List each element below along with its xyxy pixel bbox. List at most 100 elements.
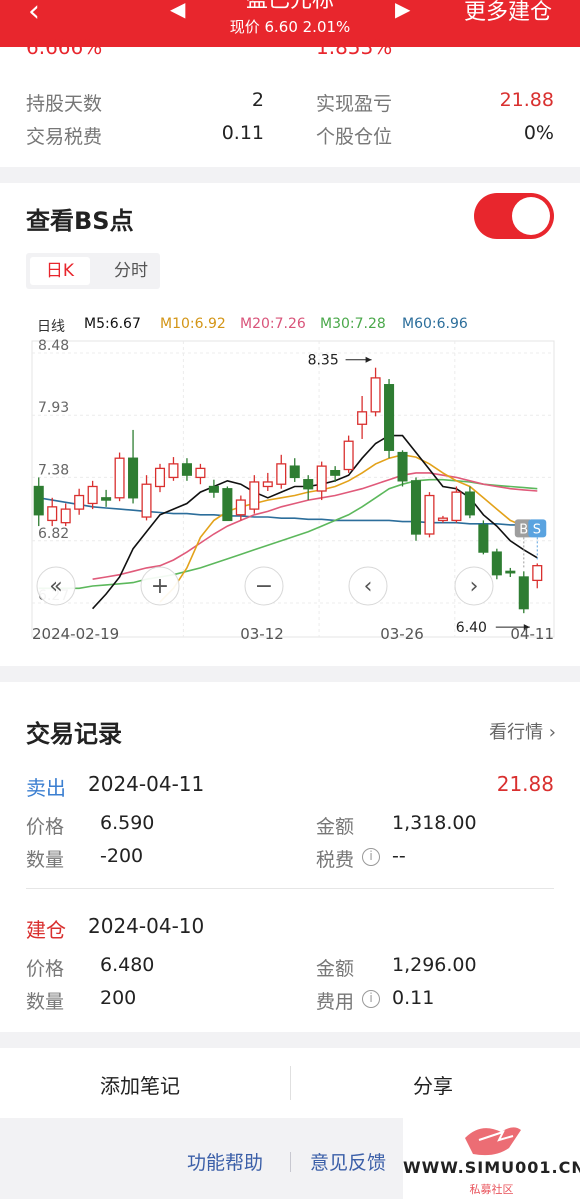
tax-label: 交易税费 [26, 126, 103, 148]
y-tick-label: 6.82 [38, 526, 69, 542]
candle-body [370, 377, 381, 413]
candle-body [60, 508, 71, 524]
candle-body [384, 384, 395, 451]
partial-percent-left: 6.666% [26, 35, 103, 59]
chart-annotations: 8.35 6.40 B S [308, 353, 547, 636]
y-tick-label: 8.48 [38, 338, 69, 354]
total-value: 1,318.00 [392, 812, 477, 834]
view-market-link[interactable]: 看行情 › [489, 718, 556, 744]
add-note-button[interactable]: 添加笔记 [100, 1070, 180, 1099]
candle [249, 475, 260, 514]
x-tick-label: 03-12 [240, 625, 284, 643]
zoom-out-button-icon: − [255, 574, 273, 599]
records-title: 交易记录 [26, 720, 122, 748]
stock-name: 盈已元标 [245, 0, 334, 13]
candle [141, 475, 152, 521]
candlestick-chart[interactable]: 8.487.937.386.826.27 8.35 6.40 BS 2024-02-… [0, 183, 580, 666]
zoom-in-button[interactable]: + [140, 566, 180, 606]
trade-records-card: 交易记录 看行情 › 卖出 2024-04-11 21.88 价格 6.590 … [0, 682, 580, 1032]
bs-points-card: 查看BS点 日K 分时 日线 M5:6.67 M10:6.92 M20:7.26… [0, 183, 580, 666]
candle-body [464, 491, 475, 516]
position-stats-card: 6.666% 1.853% 持股天数 2 实现盈亏 21.88 交易税费 0.1… [0, 35, 580, 167]
candle-body [330, 469, 341, 476]
candle-body [289, 465, 300, 479]
next-stock-icon[interactable]: ▶ [395, 0, 410, 19]
candle [451, 486, 462, 523]
action-divider [290, 1066, 291, 1100]
scroll-left-button-icon: ‹ [364, 574, 373, 599]
candle-body [208, 485, 219, 493]
candle [101, 489, 112, 507]
candle-body [128, 457, 139, 499]
candle-body [87, 485, 98, 505]
sell-marker-label: S [533, 522, 541, 537]
price-value: 6.480 [100, 954, 155, 976]
candle-body [235, 499, 246, 516]
candle [532, 563, 543, 589]
price-value: 6.590 [100, 812, 155, 834]
share-button[interactable]: 分享 [413, 1070, 453, 1099]
candle-body [114, 457, 125, 499]
realized-pnl-label: 实现盈亏 [316, 93, 393, 115]
price-label: 价格 [26, 816, 65, 838]
candle [370, 367, 381, 417]
low-price-label: 6.40 [456, 620, 487, 636]
candle-body [74, 494, 85, 510]
candle [384, 379, 395, 459]
current-price: 现价 6.60 2.01% [229, 18, 351, 36]
candle [518, 571, 529, 614]
candle-body [532, 565, 543, 582]
candle [289, 458, 300, 482]
candle [47, 497, 58, 527]
qty-label: 数量 [26, 991, 65, 1013]
ma20-line [92, 472, 538, 580]
qty-value: -200 [100, 845, 144, 867]
record-date: 2024-04-11 [88, 772, 205, 796]
x-tick-label: 2024-02-19 [32, 625, 119, 643]
candle [222, 486, 233, 522]
y-axis-labels: 8.487.937.386.826.27 [38, 338, 69, 604]
fee-value: -- [392, 845, 406, 867]
candle-body [262, 481, 273, 488]
info-icon[interactable]: i [362, 848, 380, 866]
candle-body [410, 480, 422, 535]
candle [410, 477, 422, 541]
high-arrow-head [365, 356, 372, 363]
candle [316, 461, 327, 501]
hold-days-label: 持股天数 [26, 93, 103, 115]
collapse-chart-button[interactable]: « [36, 566, 76, 606]
candle [437, 515, 448, 523]
candle-body [343, 440, 354, 471]
scroll-right-button[interactable]: › [454, 566, 494, 606]
watermark-logo: WWW.SIMU001.CN 私募社区 [403, 1118, 580, 1199]
info-icon[interactable]: i [362, 990, 380, 1008]
scroll-left-button[interactable]: ‹ [348, 566, 388, 606]
back-icon[interactable]: ‹ [28, 0, 40, 27]
total-label: 金额 [316, 958, 355, 980]
prev-stock-icon[interactable]: ◀ [170, 0, 185, 19]
candle [208, 479, 219, 498]
help-link[interactable]: 功能帮助 [187, 1148, 263, 1175]
zoom-in-button-icon: + [151, 574, 169, 599]
partial-percent-right: 1.853% [316, 35, 393, 59]
zoom-out-button[interactable]: − [244, 566, 284, 606]
candle [276, 454, 287, 489]
more-positions-button[interactable]: 更多建仓 [464, 0, 552, 26]
buy-marker-label: B [519, 522, 528, 537]
scroll-right-button-icon: › [470, 574, 479, 599]
price-label: 价格 [26, 958, 65, 980]
candle [478, 520, 489, 555]
high-price-label: 8.35 [308, 353, 339, 369]
candle-body [316, 465, 327, 492]
candle-body [47, 506, 58, 522]
candle [343, 435, 354, 473]
candle [303, 475, 314, 501]
chart-controls: « + − ‹ › [36, 566, 494, 606]
candle-body [276, 463, 287, 485]
candle-body [195, 467, 206, 479]
footer-divider [290, 1152, 291, 1172]
candle-body [222, 488, 233, 522]
x-tick-label: 03-26 [380, 625, 424, 643]
collapse-chart-button-icon: « [49, 574, 62, 599]
feedback-link[interactable]: 意见反馈 [310, 1148, 386, 1175]
